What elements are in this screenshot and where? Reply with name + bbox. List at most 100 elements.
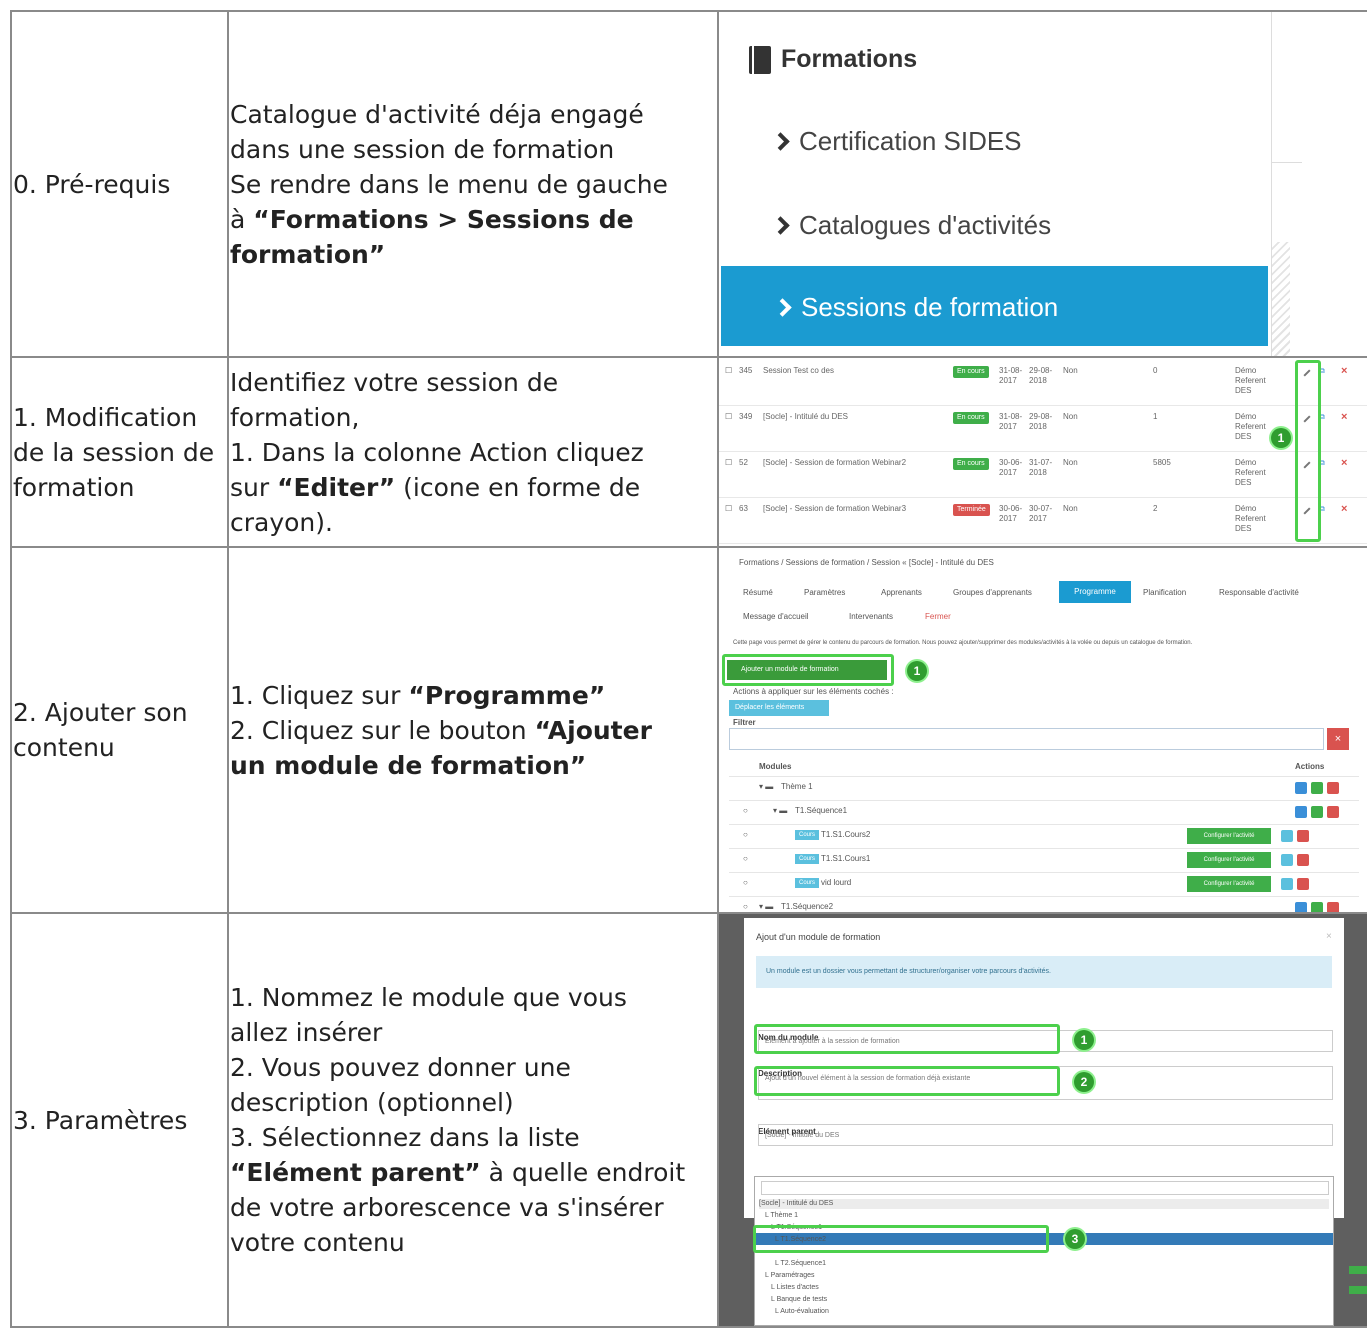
remove-icon[interactable] xyxy=(1327,902,1339,912)
clear-filter-button[interactable]: × xyxy=(1327,728,1349,750)
folder-icon[interactable]: ▾ ▬ xyxy=(759,782,773,792)
description-line: 2. Vous pouvez donner une xyxy=(230,1050,717,1085)
checkbox[interactable]: ☐ xyxy=(725,504,732,514)
tab-parametres[interactable]: Paramètres xyxy=(804,588,845,598)
close-icon[interactable]: × xyxy=(1326,932,1332,942)
tab-programme[interactable]: Programme xyxy=(1059,581,1131,603)
info-alert: Un module est un dossier vous permettant… xyxy=(756,956,1332,988)
remove-icon[interactable] xyxy=(1327,782,1339,794)
text: 3. Sélectionnez dans la liste xyxy=(230,1123,580,1152)
tree-item-label[interactable]: Thème 1 xyxy=(781,782,813,792)
dropdown-option[interactable]: L Banque de tests xyxy=(771,1295,827,1305)
step-screenshot: Formations Certification SIDES Catalogue… xyxy=(717,10,1367,358)
tree-item-label[interactable]: T1.Séquence1 xyxy=(795,806,847,816)
dropdown-option[interactable]: L Thème 1 xyxy=(765,1211,798,1221)
sessions-table-screenshot: ☐ 345 Session Test co des 31-08-2017 29-08-2… xyxy=(719,358,1367,544)
row-checkbox[interactable]: ○ xyxy=(743,830,748,840)
add-icon[interactable] xyxy=(1311,806,1323,818)
chevron-right-icon xyxy=(773,298,792,317)
dropdown-option[interactable]: L T2.Séquence1 xyxy=(775,1259,826,1269)
dropdown-option[interactable]: [Socle] - Intitulé du DES xyxy=(759,1199,1329,1209)
session-end: 29-08-2018 xyxy=(1029,412,1053,431)
tab-responsable[interactable]: Responsable d'activité xyxy=(1219,588,1299,598)
parent-select[interactable]: [Socle] - Intitulé du DES xyxy=(758,1124,1333,1146)
text: 1. Nommez le module que vous xyxy=(230,983,627,1012)
row-checkbox[interactable]: ○ xyxy=(743,854,748,864)
folder-icon[interactable]: ▾ ▬ xyxy=(759,902,773,912)
view-icon[interactable] xyxy=(1281,854,1293,866)
status-badge: Terminée xyxy=(953,504,990,516)
delete-icon[interactable]: × xyxy=(1341,504,1347,515)
divider xyxy=(1272,162,1302,163)
text: 1. Cliquez sur xyxy=(230,680,409,710)
session-end: 29-08-2018 xyxy=(1029,366,1053,385)
delete-icon[interactable]: × xyxy=(1341,366,1347,377)
session-start: 31-08-2017 xyxy=(999,366,1023,385)
checkbox[interactable]: ☐ xyxy=(725,412,732,422)
remove-icon[interactable] xyxy=(1297,830,1309,842)
remove-icon[interactable] xyxy=(1327,806,1339,818)
configure-activity-button[interactable]: Configurer l'activité xyxy=(1187,876,1271,892)
filter-label: Filtrer xyxy=(733,718,756,727)
menu-item-catalogues[interactable]: Catalogues d'activités xyxy=(771,208,1051,243)
session-flag: Non xyxy=(1063,412,1078,421)
tree-item-label[interactable]: vid lourd xyxy=(821,878,851,888)
tree-item-label[interactable]: T1.S1.Cours2 xyxy=(821,830,870,840)
text: (icone en forme de xyxy=(395,472,641,502)
add-icon[interactable] xyxy=(1311,902,1323,912)
step-screenshot: Formations / Sessions de formation / Ses… xyxy=(717,546,1367,914)
session-row: ☐ 52 [Socle] - Session de formation Webina… xyxy=(719,452,1367,498)
edit-icon[interactable] xyxy=(1295,806,1307,818)
dropdown-option[interactable]: L Auto-évaluation xyxy=(775,1307,829,1317)
row-checkbox[interactable]: ○ xyxy=(743,902,748,912)
remove-icon[interactable] xyxy=(1297,854,1309,866)
tab-resume[interactable]: Résumé xyxy=(743,588,773,598)
description-line: à “Formations > Sessions de xyxy=(230,202,717,237)
row-checkbox[interactable]: ○ xyxy=(743,878,748,888)
tab-fermer[interactable]: Fermer xyxy=(925,612,951,622)
tab-intervenants[interactable]: Intervenants xyxy=(849,612,893,622)
configure-activity-button[interactable]: Configurer l'activité xyxy=(1187,828,1271,844)
tab-groupes[interactable]: Groupes d'apprenants xyxy=(953,588,1032,598)
view-icon[interactable] xyxy=(1281,830,1293,842)
tree-item-label[interactable]: T1.S1.Cours1 xyxy=(821,854,870,864)
delete-icon[interactable]: × xyxy=(1341,458,1347,469)
tab-apprenants[interactable]: Apprenants xyxy=(881,588,922,598)
tree-item-label[interactable]: T1.Séquence2 xyxy=(781,902,833,912)
move-elements-button[interactable]: Déplacer les éléments xyxy=(729,700,829,716)
row-checkbox[interactable]: ○ xyxy=(743,806,748,816)
folder-icon[interactable]: ▾ ▬ xyxy=(773,806,787,816)
edit-icon[interactable] xyxy=(1295,782,1307,794)
delete-icon[interactable]: × xyxy=(1341,412,1347,423)
edit-icon[interactable] xyxy=(1295,902,1307,912)
checkbox[interactable]: ☐ xyxy=(725,366,732,376)
tab-planification[interactable]: Planification xyxy=(1143,588,1186,598)
tab-message[interactable]: Message d'accueil xyxy=(743,612,809,622)
step-screenshot: ☐ 345 Session Test co des 31-08-2017 29-08-2… xyxy=(717,356,1367,548)
add-icon[interactable] xyxy=(1311,782,1323,794)
bold-text: “Editer” xyxy=(277,472,396,502)
step-label: 1. Modification de la session de formati… xyxy=(10,356,229,548)
text: votre contenu xyxy=(230,1228,405,1257)
description-line: description (optionnel) xyxy=(230,1085,717,1120)
text: 1. Dans la colonne Action cliquez xyxy=(230,437,644,467)
filter-input[interactable] xyxy=(729,728,1324,750)
dropdown-search-input[interactable] xyxy=(761,1181,1329,1195)
menu-item-certification[interactable]: Certification SIDES xyxy=(771,124,1022,159)
divider xyxy=(729,848,1359,849)
view-icon[interactable] xyxy=(1281,878,1293,890)
add-module-modal: Ajout d'un module de formation × Un modu… xyxy=(744,918,1344,1218)
parent-dropdown[interactable]: [Socle] - Intitulé du DES L Thème 1L T1.S… xyxy=(753,1176,1334,1326)
info-text: Cette page vous permet de gérer le conte… xyxy=(733,640,1193,646)
session-referent: Démo Referent DES xyxy=(1235,366,1266,395)
checkbox[interactable]: ☐ xyxy=(725,458,732,468)
dropdown-option[interactable]: L Paramétrages xyxy=(765,1271,815,1281)
dropdown-option[interactable]: L Listes d'actes xyxy=(771,1283,819,1293)
configure-activity-button[interactable]: Configurer l'activité xyxy=(1187,852,1271,868)
menu-item-sessions-active[interactable]: Sessions de formation xyxy=(721,266,1268,346)
remove-icon[interactable] xyxy=(1297,878,1309,890)
step-row-3: 3. Paramètres 1. Nommez le module que vo… xyxy=(10,912,1367,1328)
description-line: allez insérer xyxy=(230,1015,717,1050)
step-marker: 1 xyxy=(907,661,927,681)
step-marker: 1 xyxy=(1074,1030,1094,1050)
